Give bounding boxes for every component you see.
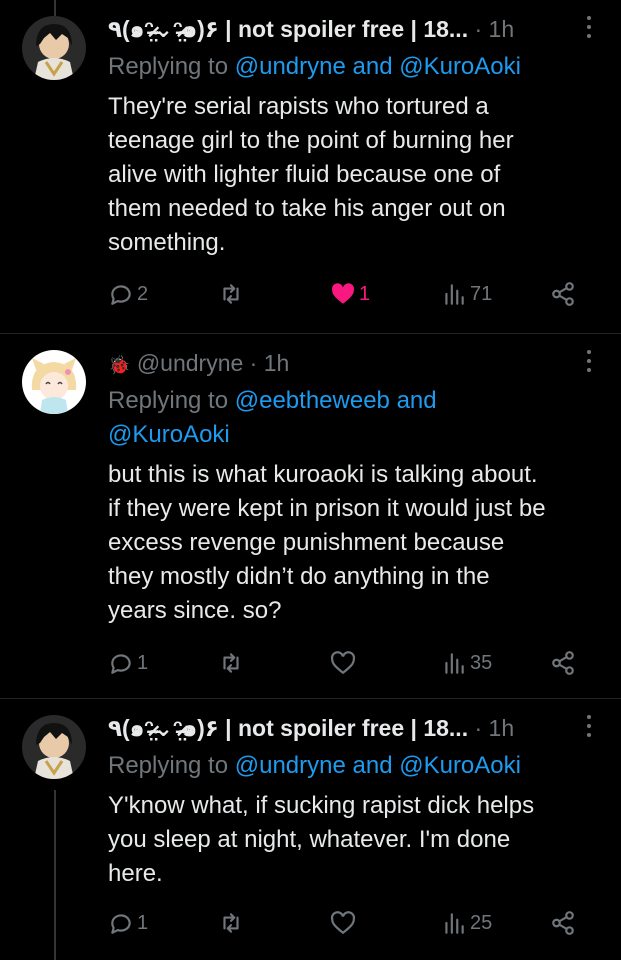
- text-line: they mostly didn’t do anything in the: [108, 563, 490, 590]
- share-button[interactable]: [550, 906, 576, 940]
- views-button[interactable]: 71: [441, 277, 492, 311]
- replying-to: Replying to @undryne and @KuroAoki: [108, 749, 601, 783]
- share-icon: [552, 911, 574, 935]
- tweet-3[interactable]: ٩(๑ᵔ̴̶̷̤⌄ᵔ̴̶̷̤๑)۶ | not spoiler free | 1…: [0, 711, 621, 960]
- text-line: years since. so?: [108, 597, 282, 624]
- action-bar: 2 1 71: [108, 277, 603, 311]
- text-line: teenage girl to the point of burning her: [108, 127, 514, 154]
- like-icon: [332, 283, 355, 304]
- replying-to: Replying to @undryne and @KuroAoki: [108, 50, 601, 84]
- reply-button[interactable]: 1: [108, 906, 148, 940]
- author-emoji: 🐞: [108, 355, 131, 375]
- like-count: 1: [359, 282, 371, 305]
- replying-to: Replying to @eebtheweeb and @KuroAoki: [108, 384, 601, 452]
- text-line: Y'know what, if sucking rapist dick help…: [108, 792, 535, 819]
- text-line: them needed to take his anger out on: [108, 195, 506, 222]
- reply-count: 1: [137, 651, 149, 674]
- views-icon: [445, 913, 464, 934]
- share-icon: [552, 651, 574, 675]
- reply-icon: [111, 654, 131, 674]
- reply-button[interactable]: 2: [108, 277, 148, 311]
- reply-button[interactable]: 1: [108, 646, 148, 680]
- timestamp[interactable]: · 1h: [250, 350, 290, 376]
- text-line: They're serial rapists who tortured a: [108, 93, 489, 120]
- like-icon: [330, 911, 356, 935]
- more-icon[interactable]: [585, 715, 593, 742]
- avatar[interactable]: [22, 16, 86, 80]
- view-count: 35: [470, 651, 493, 674]
- replying-mentions[interactable]: @undryne and @KuroAoki: [235, 53, 521, 80]
- like-icon: [330, 651, 356, 675]
- more-icon[interactable]: [585, 350, 593, 377]
- tweet-2[interactable]: 🐞 @undryne · 1h Replying to @eebtheweeb …: [0, 346, 621, 696]
- tweet-text: Y'know what, if sucking rapist dick help…: [108, 789, 603, 891]
- author-handle[interactable]: @undryne: [137, 350, 243, 376]
- views-button[interactable]: 35: [441, 646, 492, 680]
- text-line: excess revenge punishment because: [108, 529, 505, 556]
- action-bar: 1 25: [108, 906, 603, 940]
- like-button[interactable]: [330, 906, 356, 940]
- text-line: if they were kept in prison it would jus…: [108, 495, 546, 522]
- author-name[interactable]: ٩(๑ᵔ̴̶̷̤⌄ᵔ̴̶̷̤๑)۶ | not spoiler free | 1…: [108, 715, 468, 741]
- views-icon: [445, 653, 464, 674]
- replying-mentions[interactable]: @eebtheweeb and: [235, 387, 437, 414]
- reply-count: 2: [137, 282, 149, 305]
- reply-count: 1: [137, 911, 149, 934]
- replying-prefix: Replying to: [108, 752, 229, 779]
- view-count: 71: [470, 282, 493, 305]
- retweet-icon: [223, 913, 239, 933]
- retweet-button[interactable]: [218, 277, 244, 311]
- timestamp[interactable]: · 1h: [474, 715, 514, 741]
- avatar[interactable]: [22, 715, 86, 779]
- tweet-1[interactable]: ٩(๑ᵔ̴̶̷̤⌄ᵔ̴̶̷̤๑)۶ | not spoiler free | 1…: [0, 12, 621, 330]
- text-line: you sleep at night, whatever. I'm done: [108, 826, 511, 853]
- views-icon: [445, 284, 464, 305]
- replying-mentions-2[interactable]: @KuroAoki: [108, 418, 601, 452]
- avatar[interactable]: [22, 350, 86, 414]
- share-button[interactable]: [550, 646, 576, 680]
- tweet-text: but this is what kuroaoki is talking abo…: [108, 458, 603, 628]
- tweet-header: ٩(๑ᵔ̴̶̷̤⌄ᵔ̴̶̷̤๑)۶ | not spoiler free | 1…: [108, 711, 561, 745]
- like-button[interactable]: [330, 646, 356, 680]
- text-line: here.: [108, 860, 163, 887]
- action-bar: 1 35: [108, 646, 603, 680]
- share-icon: [552, 282, 574, 306]
- replying-prefix: Replying to: [108, 387, 229, 414]
- reply-icon: [111, 285, 131, 305]
- text-line: something.: [108, 229, 226, 256]
- divider: [0, 698, 621, 699]
- more-icon[interactable]: [585, 16, 593, 43]
- tweet-text: They're serial rapists who tortured a te…: [108, 90, 603, 260]
- like-button[interactable]: 1: [330, 277, 370, 311]
- retweet-icon: [223, 653, 239, 673]
- retweet-button[interactable]: [218, 646, 244, 680]
- retweet-icon: [223, 284, 239, 304]
- tweet-header: 🐞 @undryne · 1h: [108, 346, 561, 380]
- timestamp[interactable]: · 1h: [474, 16, 514, 42]
- replying-prefix: Replying to: [108, 53, 229, 80]
- reply-icon: [111, 914, 131, 934]
- retweet-button[interactable]: [218, 906, 244, 940]
- tweet-header: ٩(๑ᵔ̴̶̷̤⌄ᵔ̴̶̷̤๑)۶ | not spoiler free | 1…: [108, 12, 561, 46]
- text-line: but this is what kuroaoki is talking abo…: [108, 461, 538, 488]
- divider: [0, 333, 621, 334]
- text-line: alive with lighter fluid because one of: [108, 161, 501, 188]
- views-button[interactable]: 25: [441, 906, 492, 940]
- share-button[interactable]: [550, 277, 576, 311]
- replying-mentions[interactable]: @undryne and @KuroAoki: [235, 752, 521, 779]
- author-name[interactable]: ٩(๑ᵔ̴̶̷̤⌄ᵔ̴̶̷̤๑)۶ | not spoiler free | 1…: [108, 16, 468, 42]
- view-count: 25: [470, 911, 493, 934]
